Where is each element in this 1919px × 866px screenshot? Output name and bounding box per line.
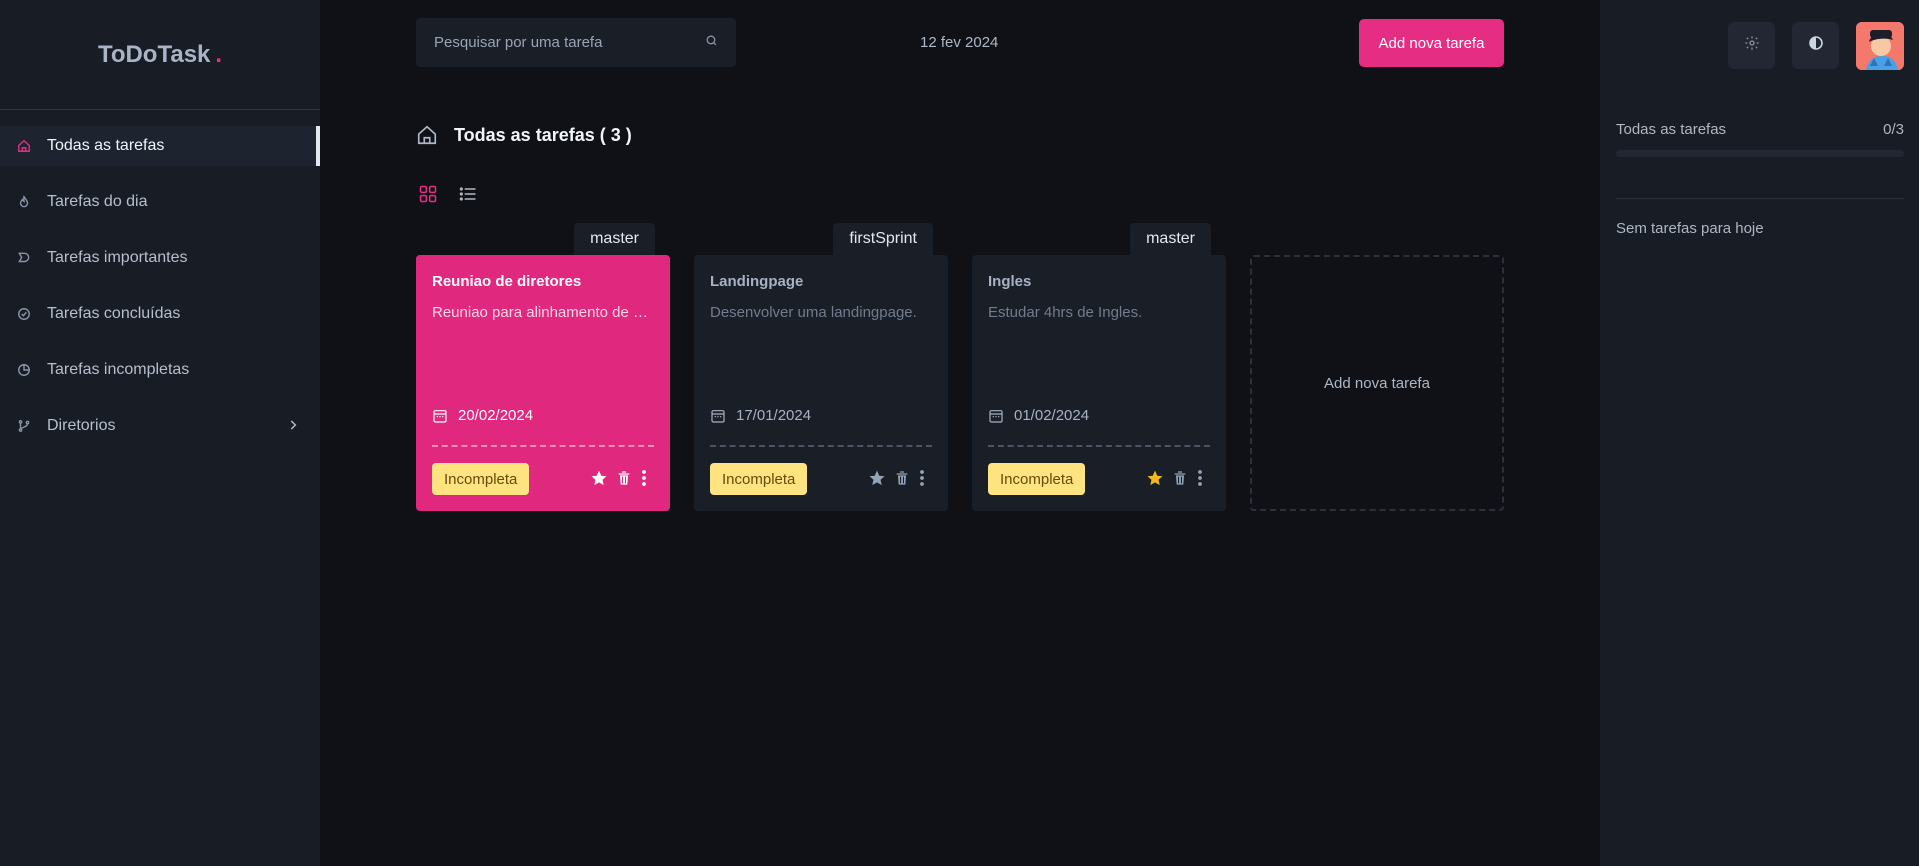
home-icon	[416, 124, 438, 146]
sun-icon	[16, 194, 32, 210]
sidebar-item-daily-tasks[interactable]: Tarefas do dia	[0, 182, 320, 222]
task-description: Estudar 4hrs de Ingles.	[988, 304, 1143, 321]
search-input[interactable]: Pesquisar por uma tarefa	[416, 18, 736, 67]
chevron-right-icon[interactable]	[286, 418, 300, 437]
app-name: ToDoTask	[97, 40, 211, 68]
task-title: Ingles	[988, 273, 1032, 290]
calendar-icon	[710, 408, 726, 424]
task-card[interactable]: Ingles Estudar 4hrs de Ingles. 01/02/202…	[972, 255, 1226, 511]
task-actions	[590, 469, 648, 487]
check-circle-icon	[16, 306, 32, 322]
sidebar: ToDoTask. Todas as tarefas Tarefas do di…	[0, 0, 320, 866]
task-tag: firstSprint	[833, 223, 933, 255]
task-tag: master	[1130, 223, 1211, 255]
trash-icon[interactable]	[894, 469, 910, 487]
card-divider	[432, 445, 654, 447]
task-date-text: 01/02/2024	[1014, 407, 1090, 424]
trash-icon[interactable]	[616, 469, 632, 487]
status-badge[interactable]: Incompleta	[432, 463, 530, 495]
add-task-button[interactable]: Add nova tarefa	[1359, 19, 1504, 67]
task-date: 01/02/2024	[988, 407, 1089, 424]
panel-divider	[1616, 198, 1904, 199]
sidebar-nav: Todas as tarefas Tarefas do dia Tarefas …	[0, 126, 320, 446]
partial-circle-icon	[16, 362, 32, 378]
task-date: 20/02/2024	[432, 407, 533, 424]
current-date: 12 fev 2024	[920, 34, 999, 51]
status-badge[interactable]: Incompleta	[710, 463, 808, 495]
task-date-text: 20/02/2024	[458, 407, 534, 424]
card-divider	[710, 445, 932, 447]
bookmark-icon	[16, 250, 32, 266]
sidebar-item-all-tasks[interactable]: Todas as tarefas	[0, 126, 320, 166]
contrast-icon	[1808, 35, 1824, 56]
progress-row: Todas as tarefas 0/3	[1616, 121, 1904, 138]
sidebar-item-label: Diretorios	[47, 417, 116, 434]
settings-button[interactable]	[1728, 22, 1775, 69]
branch-icon	[16, 418, 32, 434]
task-title: Landingpage	[710, 273, 804, 290]
add-task-card-label: Add nova tarefa	[1324, 374, 1430, 392]
card-divider	[988, 445, 1210, 447]
sidebar-item-completed-tasks[interactable]: Tarefas concluídas	[0, 294, 320, 334]
theme-toggle-button[interactable]	[1792, 22, 1839, 69]
gear-icon	[1744, 35, 1760, 56]
star-icon[interactable]	[1146, 469, 1164, 487]
sidebar-item-label: Tarefas importantes	[47, 249, 188, 266]
task-actions	[1146, 469, 1204, 487]
task-actions	[868, 469, 926, 487]
page-title: Todas as tarefas ( 3 )	[416, 124, 632, 146]
task-date: 17/01/2024	[710, 407, 811, 424]
view-toggle	[418, 184, 478, 209]
home-icon	[16, 138, 32, 154]
list-view-icon[interactable]	[458, 184, 478, 209]
task-description: Reuniao para alinhamento de metas	[432, 304, 654, 321]
add-task-card[interactable]: Add nova tarefa	[1250, 255, 1504, 511]
search-icon[interactable]	[705, 34, 718, 51]
sidebar-item-label: Tarefas incompletas	[47, 361, 190, 378]
sidebar-item-label: Tarefas concluídas	[47, 305, 181, 322]
calendar-icon	[432, 408, 448, 424]
task-card[interactable]: Reuniao de diretores Reuniao para alinha…	[416, 255, 670, 511]
star-icon[interactable]	[868, 469, 886, 487]
more-options-icon[interactable]	[918, 469, 926, 487]
empty-today-message: Sem tarefas para hoje	[1616, 220, 1764, 237]
sidebar-item-label: Todas as tarefas	[47, 137, 165, 154]
status-badge[interactable]: Incompleta	[988, 463, 1086, 495]
task-description: Desenvolver uma landingpage.	[710, 304, 917, 321]
task-card[interactable]: Landingpage Desenvolver uma landingpage.…	[694, 255, 948, 511]
progress-bar	[1616, 150, 1904, 157]
more-options-icon[interactable]	[1196, 469, 1204, 487]
app-logo[interactable]: ToDoTask.	[0, 0, 320, 110]
logo-dot: .	[215, 40, 223, 68]
sidebar-item-label: Tarefas do dia	[47, 193, 148, 210]
sidebar-item-directories[interactable]: Diretorios	[0, 406, 320, 446]
grid-view-icon[interactable]	[418, 184, 438, 209]
more-options-icon[interactable]	[640, 469, 648, 487]
progress-label: Todas as tarefas	[1616, 121, 1727, 138]
calendar-icon	[988, 408, 1004, 424]
progress-count: 0/3	[1883, 121, 1904, 138]
page-title-text: Todas as tarefas ( 3 )	[454, 124, 632, 145]
task-date-text: 17/01/2024	[736, 407, 812, 424]
sidebar-item-important-tasks[interactable]: Tarefas importantes	[0, 238, 320, 278]
sidebar-item-incomplete-tasks[interactable]: Tarefas incompletas	[0, 350, 320, 390]
star-icon[interactable]	[590, 469, 608, 487]
search-placeholder: Pesquisar por uma tarefa	[434, 34, 603, 51]
task-title: Reuniao de diretores	[432, 273, 582, 290]
trash-icon[interactable]	[1172, 469, 1188, 487]
avatar[interactable]	[1856, 22, 1904, 70]
task-tag: master	[574, 223, 655, 255]
